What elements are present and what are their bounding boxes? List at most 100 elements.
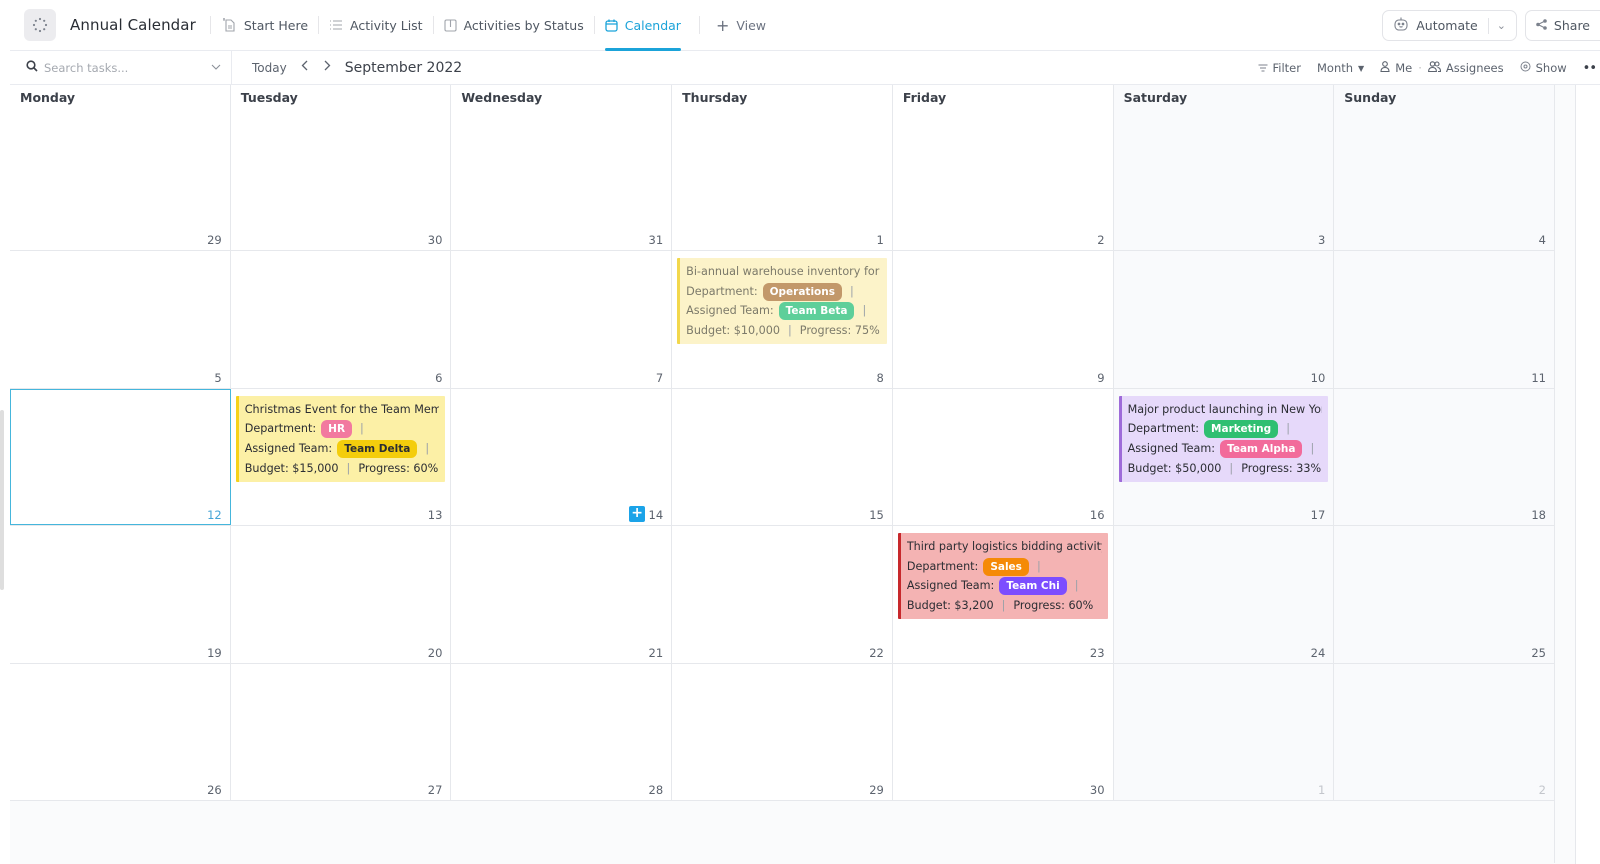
event-card[interactable]: Third party logistics bidding activity De… [897,533,1108,619]
event-title: Christmas Event for the Team Members [244,402,440,416]
day-number: 12 [207,508,222,522]
calendar-day-cell[interactable]: 16 [892,388,1114,525]
team-tag[interactable]: Team Chi [999,577,1067,596]
weekday-header: Sunday [1344,90,1397,105]
team-tag[interactable]: Team Alpha [1220,439,1303,458]
tab-activity-list[interactable]: Activity List [319,0,433,51]
filter-button[interactable]: Filter [1258,61,1301,75]
team-label: Assigned Team: [244,441,333,455]
team-label: Assigned Team: [1127,441,1216,455]
calendar-day-cell[interactable]: Thursday 1 [672,85,893,250]
day-number: 10 [1310,370,1326,385]
weekday-header: Monday [20,90,76,105]
calendar-week-row: 12 13 Christmas Event for the Team Members… [10,388,1555,526]
me-filter-button[interactable]: Me [1380,61,1412,75]
spinner-dots-icon[interactable] [24,9,56,41]
calendar-day-cell[interactable]: 28 [451,663,673,800]
calendar-day-cell[interactable]: 8 Bi-annual warehouse inventory for spare… [672,251,893,388]
add-task-plus-icon[interactable]: + [629,506,646,522]
calendar-day-cell[interactable]: 7 [451,251,673,388]
tab-start-here[interactable]: Start Here [211,0,318,51]
doc-pin-icon [221,17,237,33]
day-number: 24 [1310,645,1326,660]
event-card[interactable]: Christmas Event for the Team Members Depa… [235,395,446,482]
separator: | [346,461,351,475]
department-tag[interactable]: Operations [762,282,842,301]
calendar-day-cell[interactable]: 23 Third party logistics bidding activity… [892,526,1114,663]
calendar-day-cell[interactable]: 26 [10,663,231,800]
event-team-row: Assigned Team: Team Alpha | [1128,439,1323,459]
calendar-day-cell[interactable]: Wednesday 31 [451,85,673,250]
team-tag[interactable]: Team Delta [337,439,418,458]
calendar-day-cell[interactable]: Monday 29 [10,85,231,250]
calendar-day-cell[interactable]: 27 [230,663,452,800]
show-button[interactable]: Show [1520,61,1567,75]
tab-label: Calendar [624,17,681,33]
department-tag[interactable]: Marketing [1204,420,1279,439]
calendar-day-cell[interactable]: 11 [1334,251,1555,388]
calendar-day-cell[interactable]: 6 [230,251,452,388]
department-tag[interactable]: HR [321,420,353,439]
assignees-button[interactable]: Assignees [1427,61,1504,75]
department-label: Department: [244,422,317,436]
calendar-day-cell[interactable]: Tuesday 30 [230,85,452,250]
add-view-label: View [736,17,767,33]
calendar-day-cell[interactable]: 12 [10,388,231,525]
calendar-day-cell[interactable]: Saturday 3 [1113,85,1335,250]
calendar-day-cell[interactable]: 13 Christmas Event for the Team Members De… [230,388,452,525]
day-number: 28 [648,783,664,797]
calendar-day-cell[interactable]: +14 [451,388,673,525]
separator-dot: · [1418,61,1422,75]
calendar-day-cell[interactable]: Sunday 4 [1334,85,1555,250]
department-label: Department: [906,559,979,573]
calendar-day-cell[interactable]: 19 [10,526,231,663]
tab-calendar[interactable]: Calendar [595,0,691,51]
calendar-day-cell[interactable]: 10 [1113,251,1335,388]
event-card[interactable]: Major product launching in New York City… [1118,395,1329,482]
day-number: 27 [427,783,443,797]
calendar-day-cell[interactable]: 17 Major product launching in New York Ci… [1113,388,1335,525]
calendar-day-cell[interactable]: 2 [1334,663,1555,800]
team-tag[interactable]: Team Beta [778,302,855,321]
show-label: Show [1535,61,1567,75]
add-view-button[interactable]: + View [706,0,776,51]
separator: | [1036,559,1041,573]
list-title: Annual Calendar [70,16,196,34]
range-select[interactable]: Month ▼ [1317,61,1364,75]
search-input[interactable] [44,60,194,75]
calendar-day-cell[interactable]: 22 [672,526,893,663]
tab-activities-by-status[interactable]: Activities by Status [434,0,594,51]
next-month-button[interactable] [324,60,331,75]
board-icon [444,18,457,32]
calendar-day-cell[interactable]: 24 [1113,526,1335,663]
calendar-icon [605,19,618,32]
calendar-day-cell[interactable]: 18 [1334,388,1555,525]
calendar-day-cell[interactable]: 1 [1113,663,1335,800]
chevron-down-icon[interactable] [211,62,221,73]
calendar-day-cell[interactable]: Friday 2 [892,85,1114,250]
share-button[interactable]: Share [1524,10,1600,41]
department-tag[interactable]: Sales [983,557,1029,576]
progress-value: 75% [854,324,880,338]
previous-month-button[interactable] [301,60,308,75]
calendar-day-cell[interactable]: 15 [672,388,893,525]
share-label: Share [1553,18,1590,33]
calendar-day-cell[interactable]: 9 [892,251,1114,388]
calendar-day-cell[interactable]: 20 [230,526,452,663]
day-number: 2 [1097,233,1105,247]
scrollbar[interactable] [0,410,4,590]
budget-value: $15,000 [292,461,339,475]
today-button[interactable]: Today [252,61,287,75]
event-card[interactable]: Bi-annual warehouse inventory for spare … [677,258,887,344]
more-options-button[interactable]: •• [1583,61,1597,76]
calendar-grid: Monday 29 Tuesday 30 Wednesday 31 Thursday 1 Fri… [10,85,1575,864]
separator: | [787,324,792,338]
budget-value: $3,200 [954,599,994,613]
calendar-day-cell[interactable]: 29 [672,663,893,800]
calendar-day-cell[interactable]: 21 [451,526,673,663]
calendar-day-cell[interactable]: 5 [10,251,231,388]
chevron-down-icon[interactable]: ⌄ [1487,17,1506,34]
calendar-day-cell[interactable]: 30 [892,663,1114,800]
calendar-day-cell[interactable]: 25 [1334,526,1555,663]
automate-button[interactable]: Automate ⌄ [1382,10,1517,41]
